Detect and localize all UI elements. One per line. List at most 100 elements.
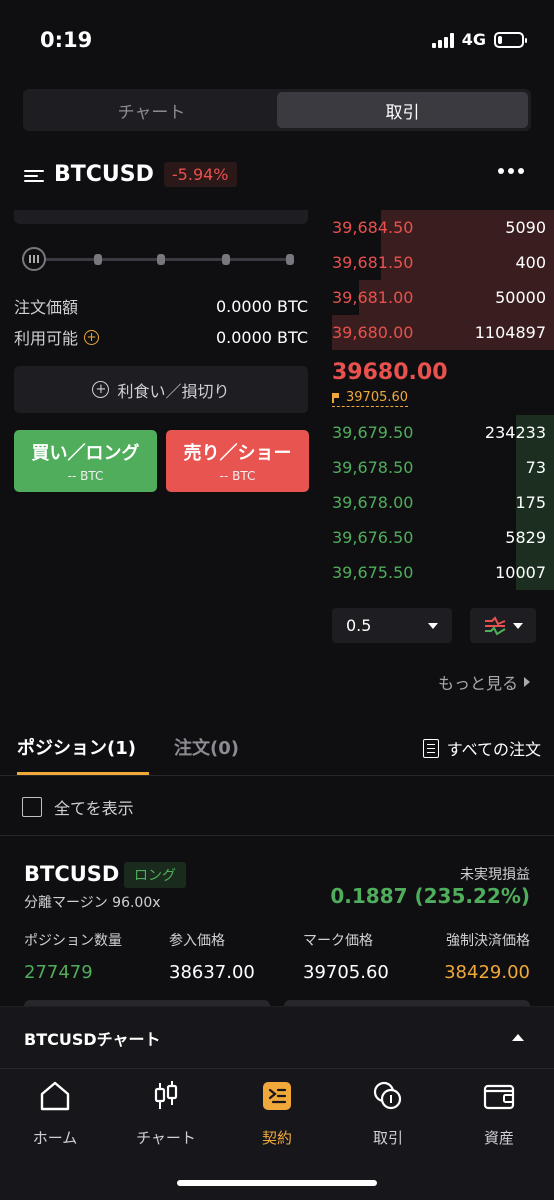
- entry-price-label: 参入価格: [169, 933, 225, 949]
- all-orders-label: すべての注文: [446, 740, 541, 759]
- battery-icon: [494, 31, 527, 48]
- bid-row[interactable]: 39,678.50 73: [332, 450, 554, 485]
- mark-price-col: マーク価格 39705.60: [303, 930, 389, 983]
- ask-price: 39,681.50: [332, 253, 414, 272]
- available-value: 0.0000 BTC: [215, 327, 308, 347]
- nav-chart[interactable]: チャート: [116, 1079, 216, 1148]
- nav-chart-label: チャート: [136, 1129, 196, 1147]
- depth-step-value: 0.5: [346, 616, 372, 635]
- nav-exchange-label: 取引: [372, 1129, 403, 1147]
- buy-label: 買い／ロング: [31, 443, 140, 464]
- tpsl-button[interactable]: + 利食い／損切り: [14, 366, 308, 413]
- all-orders-button[interactable]: すべての注文: [422, 736, 541, 760]
- order-value-row: 注文価額 0.0000 BTC: [14, 294, 308, 318]
- quantity-input[interactable]: [14, 210, 308, 224]
- order-value: 0.0000 BTC: [215, 296, 308, 316]
- chart-drawer-title: BTCUSDチャート: [24, 1029, 161, 1049]
- tab-positions[interactable]: ポジション(1): [17, 734, 136, 760]
- depth-step-select[interactable]: 0.5: [332, 608, 452, 643]
- ask-row[interactable]: 39,681.00 50000: [332, 280, 554, 315]
- see-more-label: もっと見る: [437, 674, 518, 693]
- ask-row[interactable]: 39,684.50 5090: [332, 210, 554, 245]
- bid-price: 39,676.50: [332, 528, 414, 547]
- tab-orders[interactable]: 注文(0): [174, 734, 239, 760]
- bid-row[interactable]: 39,678.00 175: [332, 485, 554, 520]
- bid-qty: 5829: [505, 528, 546, 547]
- chevron-down-icon: [513, 622, 523, 629]
- liq-price-col: 強制決済価格 38429.00: [444, 930, 530, 983]
- bid-qty: 175: [515, 493, 546, 512]
- ask-price: 39,681.00: [332, 288, 414, 307]
- ask-row[interactable]: 39,681.50 400: [332, 245, 554, 280]
- orderbook-view-select[interactable]: [470, 608, 536, 643]
- network-type: 4G: [461, 30, 486, 49]
- show-all-label: 全てを表示: [54, 799, 134, 818]
- chevron-down-icon: [428, 622, 438, 629]
- status-time: 0:19: [40, 28, 93, 52]
- available-label: 利用可能: [14, 329, 79, 348]
- liq-price-label: 強制決済価格: [446, 933, 530, 949]
- nav-exchange[interactable]: 取引: [338, 1079, 438, 1148]
- mark-price: 39705.60: [332, 390, 409, 407]
- home-icon: [40, 1081, 70, 1111]
- bid-row[interactable]: 39,676.50 5829: [332, 520, 554, 555]
- divider: [0, 835, 554, 836]
- buy-long-button[interactable]: 買い／ロング -- BTC: [14, 430, 157, 492]
- bid-row[interactable]: 39,675.50 10007: [332, 555, 554, 590]
- ask-price: 39,680.00: [332, 323, 414, 342]
- bid-row[interactable]: 39,679.50 234233: [332, 415, 554, 450]
- unrealized-pnl-label: 未実現損益: [460, 867, 530, 883]
- slider-handle[interactable]: [22, 247, 46, 271]
- tab-chart[interactable]: チャート: [26, 92, 277, 128]
- position-qty-col: ポジション数量 277479: [24, 930, 122, 983]
- nav-home-label: ホーム: [32, 1129, 78, 1147]
- leverage-slider[interactable]: [22, 247, 294, 271]
- buy-sub: -- BTC: [67, 469, 104, 483]
- bid-qty: 73: [525, 458, 546, 477]
- menu-icon: [24, 167, 46, 183]
- chart-drawer-toggle[interactable]: BTCUSDチャート: [0, 1006, 554, 1068]
- wallet-icon: [483, 1084, 515, 1110]
- exchange-icon: [373, 1081, 402, 1110]
- bid-qty: 10007: [495, 563, 546, 582]
- add-funds-icon[interactable]: +: [84, 329, 100, 345]
- ask-qty: 1104897: [474, 323, 546, 342]
- sell-short-button[interactable]: 売り／ショー -- BTC: [166, 430, 309, 492]
- ask-qty: 400: [515, 253, 546, 272]
- home-indicator[interactable]: [177, 1180, 377, 1186]
- show-all-checkbox[interactable]: [22, 797, 42, 817]
- top-tabs: チャート 取引: [23, 89, 531, 131]
- order-value-label: 注文価額: [14, 298, 79, 317]
- symbol-selector[interactable]: BTCUSD -5.94%: [24, 162, 237, 187]
- contract-icon: [263, 1082, 291, 1110]
- bid-price: 39,675.50: [332, 563, 414, 582]
- show-all-toggle[interactable]: 全てを表示: [22, 795, 134, 819]
- bid-qty: 234233: [484, 423, 546, 442]
- unrealized-pnl-value: 0.1887 (235.22%): [330, 884, 530, 908]
- ask-price: 39,684.50: [332, 218, 414, 237]
- bid-price: 39,678.50: [332, 458, 414, 477]
- more-options-icon[interactable]: [498, 168, 524, 174]
- position-side-badge: ロング: [124, 862, 186, 888]
- symbol-name: BTCUSD: [54, 162, 154, 187]
- tab-trade[interactable]: 取引: [277, 92, 528, 128]
- see-more-link[interactable]: もっと見る: [438, 670, 530, 694]
- nav-contract[interactable]: 契約: [227, 1079, 327, 1148]
- mark-price-position-value: 39705.60: [303, 962, 389, 983]
- flag-icon: [332, 393, 341, 403]
- bid-price: 39,679.50: [332, 423, 414, 442]
- nav-assets-label: 資産: [483, 1129, 514, 1147]
- nav-home[interactable]: ホーム: [5, 1079, 105, 1148]
- nav-assets[interactable]: 資産: [449, 1079, 549, 1148]
- status-indicators: 4G: [431, 30, 527, 49]
- nav-contract-label: 契約: [261, 1129, 292, 1147]
- symbol-change-badge: -5.94%: [163, 162, 237, 187]
- position-symbol: BTCUSD: [24, 862, 120, 886]
- last-price: 39680.00: [332, 360, 448, 385]
- sell-label: 売り／ショー: [183, 443, 292, 464]
- ask-row[interactable]: 39,680.00 1104897: [332, 315, 554, 350]
- position-margin-mode: 分離マージン 96.00x: [24, 895, 161, 911]
- mark-price-label: マーク価格: [303, 933, 373, 949]
- signal-icon: [431, 32, 454, 48]
- positions-tabbar: ポジション(1) 注文(0) すべての注文: [0, 730, 554, 776]
